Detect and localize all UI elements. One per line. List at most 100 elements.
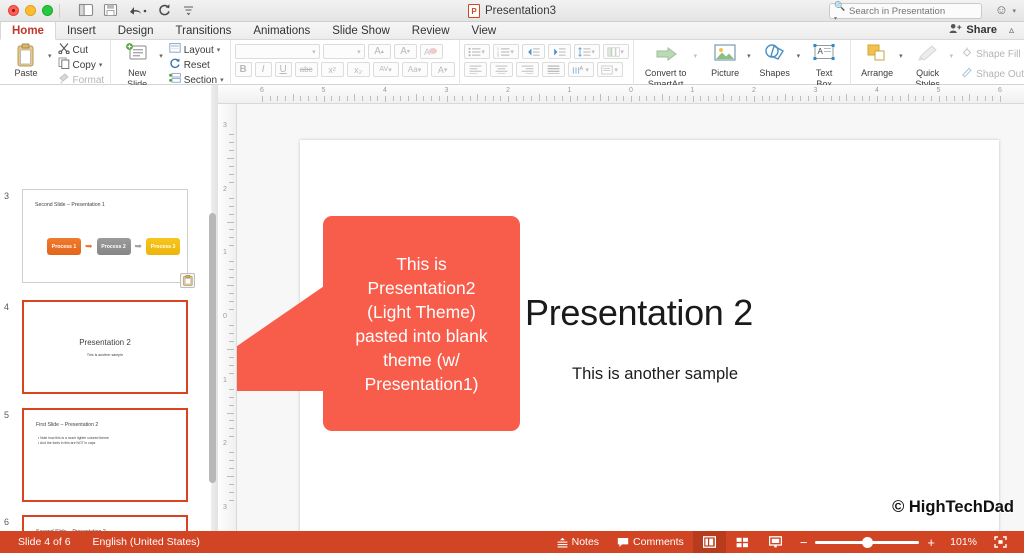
slide-title-text[interactable]: Presentation 2 [525, 292, 753, 334]
font-name-select[interactable]: ▾ [234, 44, 320, 59]
quick-styles-button[interactable]: Quick Styles [906, 42, 950, 89]
thumbnail-canvas-3[interactable]: Second Slide – Presentation 1 Process 1 … [22, 189, 188, 283]
increase-indent-button[interactable] [547, 44, 571, 59]
picture-button[interactable]: Picture [703, 42, 747, 78]
picture-dropdown-icon[interactable]: ▾ [747, 52, 751, 60]
line-spacing-button[interactable]: ▾ [573, 44, 600, 59]
tab-transitions[interactable]: Transitions [165, 22, 243, 39]
arrange-button[interactable]: Arrange [855, 42, 899, 78]
numbered-list-button[interactable]: 1 2 3 ▾ [492, 44, 519, 59]
justify-button[interactable] [541, 62, 565, 77]
zoom-out-button[interactable]: − [800, 536, 808, 549]
fit-to-window-button[interactable] [985, 531, 1016, 553]
new-slide-button[interactable]: New Slide [115, 42, 159, 89]
smartart-dropdown-icon[interactable]: ▾ [694, 52, 698, 60]
paste-button[interactable]: Paste [4, 42, 48, 78]
slide-sorter-button[interactable] [726, 531, 759, 553]
bullet-list-button[interactable]: ▾ [463, 44, 490, 59]
shrink-font-button[interactable]: A ▾ [393, 44, 417, 59]
shape-fill-button[interactable]: Shape Fill ▾ [959, 47, 1024, 61]
paste-options-button[interactable] [180, 273, 195, 288]
columns-button[interactable]: ▾ [602, 44, 629, 59]
cut-button[interactable]: Cut [56, 43, 107, 57]
superscript-button[interactable]: x² [320, 62, 344, 77]
tab-insert[interactable]: Insert [56, 22, 107, 39]
convert-to-smartart-button[interactable]: Convert to SmartArt [638, 42, 694, 89]
align-center-button[interactable] [489, 62, 513, 77]
quick-styles-dropdown-icon[interactable]: ▾ [950, 52, 954, 60]
chevron-up-icon[interactable]: ▵ [1009, 25, 1014, 36]
zoom-slider-handle[interactable] [862, 536, 874, 548]
thumbnail-canvas-5[interactable]: First Slide – Presentation 2 • Note how … [22, 408, 188, 502]
tab-slide-show[interactable]: Slide Show [321, 22, 401, 39]
change-case-button[interactable]: Aa ▾ [401, 62, 428, 77]
normal-view-button[interactable] [692, 531, 726, 553]
shapes-dropdown-icon[interactable]: ▾ [797, 52, 801, 60]
feedback-chevron-icon[interactable]: ▾ [1012, 7, 1016, 15]
layout-dropdown-icon[interactable]: ▾ [217, 46, 221, 54]
vertical-ruler[interactable]: 3 2 1 0 1 2 3 [218, 104, 237, 531]
tab-view[interactable]: View [461, 22, 508, 39]
thumbnail-scrollbar[interactable] [209, 213, 216, 483]
slide-counter[interactable]: Slide 4 of 6 [18, 536, 71, 548]
paste-dropdown-icon[interactable]: ▾ [48, 52, 52, 60]
font-size-select[interactable]: ▾ [322, 44, 365, 59]
comments-button[interactable]: Comments [608, 531, 693, 553]
layout-button[interactable]: Layout ▾ [167, 43, 226, 57]
presenter-view-button[interactable] [759, 531, 792, 553]
zoom-level[interactable]: 101% [943, 536, 977, 548]
bold-button[interactable]: B [234, 62, 252, 77]
ruler-tick [323, 96, 325, 102]
zoom-slider[interactable] [815, 536, 920, 548]
horizontal-ruler[interactable]: 6 5 4 3 2 1 0 1 2 3 4 5 6 [218, 85, 1024, 104]
close-window-button[interactable] [8, 5, 19, 16]
search-input[interactable] [849, 5, 977, 17]
thumbnail-canvas-6[interactable]: Second Slide – Presentation 2 Process 1 … [22, 515, 188, 531]
undo-icon[interactable] [128, 3, 148, 18]
italic-button[interactable]: I [254, 62, 272, 77]
panel-splitter[interactable] [209, 85, 218, 531]
text-direction-button[interactable]: A ▾ [567, 62, 594, 77]
strikethrough-button[interactable]: abc [294, 62, 318, 77]
tab-design[interactable]: Design [107, 22, 165, 39]
tab-animations[interactable]: Animations [242, 22, 321, 39]
minimize-window-button[interactable] [25, 5, 36, 16]
underline-button[interactable]: U [274, 62, 292, 77]
tab-home[interactable]: Home [0, 22, 56, 40]
align-text-button[interactable]: ▾ [596, 62, 623, 77]
reset-button[interactable]: Reset [167, 58, 226, 72]
copy-button[interactable]: Copy ▾ [56, 57, 107, 72]
tab-review[interactable]: Review [401, 22, 461, 39]
slide-subtitle-text[interactable]: This is another sample [572, 365, 738, 384]
customize-toolbar-icon[interactable] [182, 3, 198, 18]
notes-button[interactable]: Notes [548, 531, 608, 553]
clear-formatting-button[interactable]: A [419, 44, 443, 59]
redo-icon[interactable] [157, 3, 173, 18]
character-spacing-button[interactable]: AV ▾ [372, 62, 399, 77]
grow-font-button[interactable]: A ▴ [367, 44, 391, 59]
shape-outline-button[interactable]: Shape Outline ▾ [959, 67, 1024, 81]
font-color-button[interactable]: A ▾ [430, 62, 455, 77]
arrange-dropdown-icon[interactable]: ▾ [899, 52, 903, 60]
section-dropdown-icon[interactable]: ▾ [220, 76, 224, 84]
zoom-in-button[interactable]: + [927, 536, 935, 549]
maximize-window-button[interactable] [42, 5, 53, 16]
align-left-button[interactable] [463, 62, 487, 77]
thumbnail-canvas-4[interactable]: Presentation 2 This is another sample [22, 300, 188, 394]
sidebar-toggle-icon[interactable] [78, 3, 94, 18]
decrease-indent-button[interactable] [521, 44, 545, 59]
search-box[interactable]: 🔍▾ [829, 1, 982, 22]
copy-dropdown-icon[interactable]: ▾ [99, 61, 103, 69]
language-indicator[interactable]: English (United States) [93, 536, 200, 548]
shapes-button[interactable]: Shapes [753, 42, 797, 78]
feedback-smiley-icon[interactable]: ☺ [995, 3, 1008, 17]
subscript-button[interactable]: x₂ [346, 62, 370, 77]
slide-canvas[interactable]: Presentation 2 This is another sample Th… [237, 104, 1024, 531]
slide-thumbnail-panel[interactable]: 3 Second Slide – Presentation 1 Process … [0, 85, 218, 531]
share-button[interactable]: Share [966, 24, 997, 36]
callout-shape[interactable]: This is Presentation2 (Light Theme) past… [237, 216, 520, 431]
new-slide-dropdown-icon[interactable]: ▾ [159, 52, 163, 60]
save-icon[interactable] [103, 3, 119, 18]
text-box-button[interactable]: A Text Box [802, 42, 846, 89]
align-right-button[interactable] [515, 62, 539, 77]
